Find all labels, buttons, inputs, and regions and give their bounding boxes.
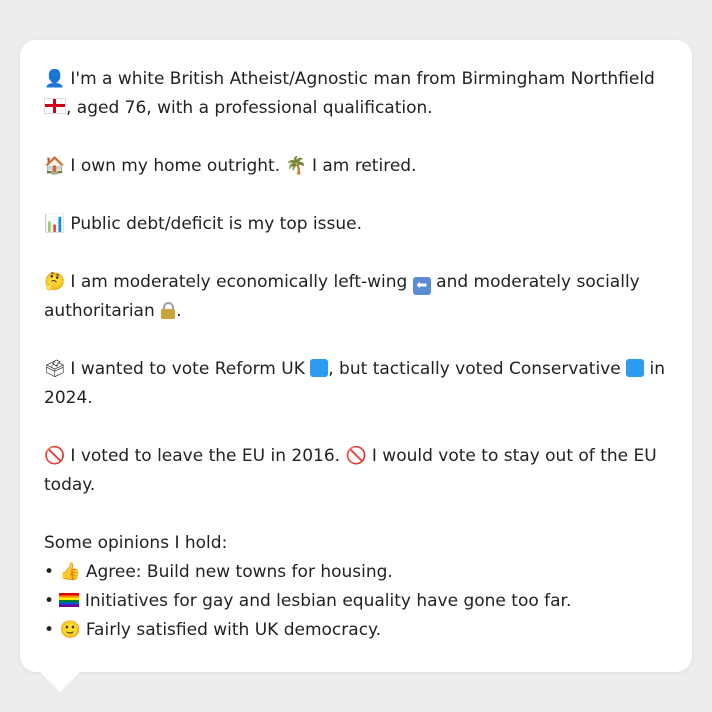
- england-flag-icon: [44, 98, 66, 114]
- bullet: •: [44, 591, 55, 611]
- economics-line: 🤔 I am moderately economically left-wing…: [44, 268, 668, 326]
- message-bubble: 👤 I'm a white British Atheist/Agnostic m…: [20, 40, 692, 672]
- home-text: I own my home outright.: [70, 156, 281, 176]
- opinion-text: Fairly satisfied with UK democracy.: [85, 620, 382, 640]
- brexit-line: 🚫 I voted to leave the EU in 2016. 🚫 I w…: [44, 442, 668, 500]
- lock-icon: [160, 301, 176, 319]
- vote-line: 🗳 I wanted to vote Reform UK , but tacti…: [44, 355, 668, 413]
- vote-text: I wanted to vote Reform UK: [70, 359, 305, 379]
- bullet: •: [44, 562, 55, 582]
- opinion-text: Agree: Build new towns for housing.: [85, 562, 393, 582]
- palm-tree-icon: 🌴: [285, 156, 307, 176]
- ballot-box-icon: 🗳: [44, 359, 66, 379]
- economics-text: I am moderately economically left-wing: [70, 272, 408, 292]
- bullet: •: [44, 620, 55, 640]
- list-item: • 🙂 Fairly satisfied with UK democracy.: [44, 616, 668, 645]
- bubble-tail: [40, 672, 80, 692]
- bar-chart-icon: 📊: [44, 214, 66, 234]
- home-line: 🏠 I own my home outright. 🌴 I am retired…: [44, 152, 668, 181]
- brexit-text: I voted to leave the EU in 2016.: [70, 446, 341, 466]
- retired-text: I am retired.: [311, 156, 417, 176]
- prohibited-icon: 🚫: [345, 446, 367, 466]
- person-silhouette-icon: 👤: [44, 69, 66, 89]
- opinion-text: Initiatives for gay and lesbian equality…: [84, 591, 572, 611]
- rainbow-flag-icon: [59, 593, 80, 607]
- list-item: • 👍 Agree: Build new towns for housing.: [44, 558, 668, 587]
- identity-text: I'm a white British Atheist/Agnostic man…: [70, 69, 655, 89]
- list-item: • Initiatives for gay and lesbian equali…: [44, 587, 668, 616]
- house-icon: 🏠: [44, 156, 66, 176]
- identity-text-2: , aged 76, with a professional qualifica…: [66, 98, 433, 118]
- thinking-face-icon: 🤔: [44, 272, 66, 292]
- identity-line: 👤 I'm a white British Atheist/Agnostic m…: [44, 65, 668, 123]
- opinions-heading: Some opinions I hold:: [44, 533, 228, 553]
- issue-text: Public debt/deficit is my top issue.: [70, 214, 362, 234]
- reform-square-icon: [310, 359, 329, 377]
- conservative-square-icon: [626, 359, 645, 377]
- opinions-list: • 👍 Agree: Build new towns for housing. …: [44, 558, 668, 645]
- thumbs-up-icon: 👍: [59, 562, 81, 582]
- vote-text-2: , but tactically voted Conservative: [328, 359, 621, 379]
- economics-period: .: [176, 301, 182, 321]
- prohibited-icon: 🚫: [44, 446, 66, 466]
- slight-smile-icon: 🙂: [59, 620, 81, 640]
- issue-line: 📊 Public debt/deficit is my top issue.: [44, 210, 668, 239]
- left-arrow-icon: ⬅: [412, 277, 431, 295]
